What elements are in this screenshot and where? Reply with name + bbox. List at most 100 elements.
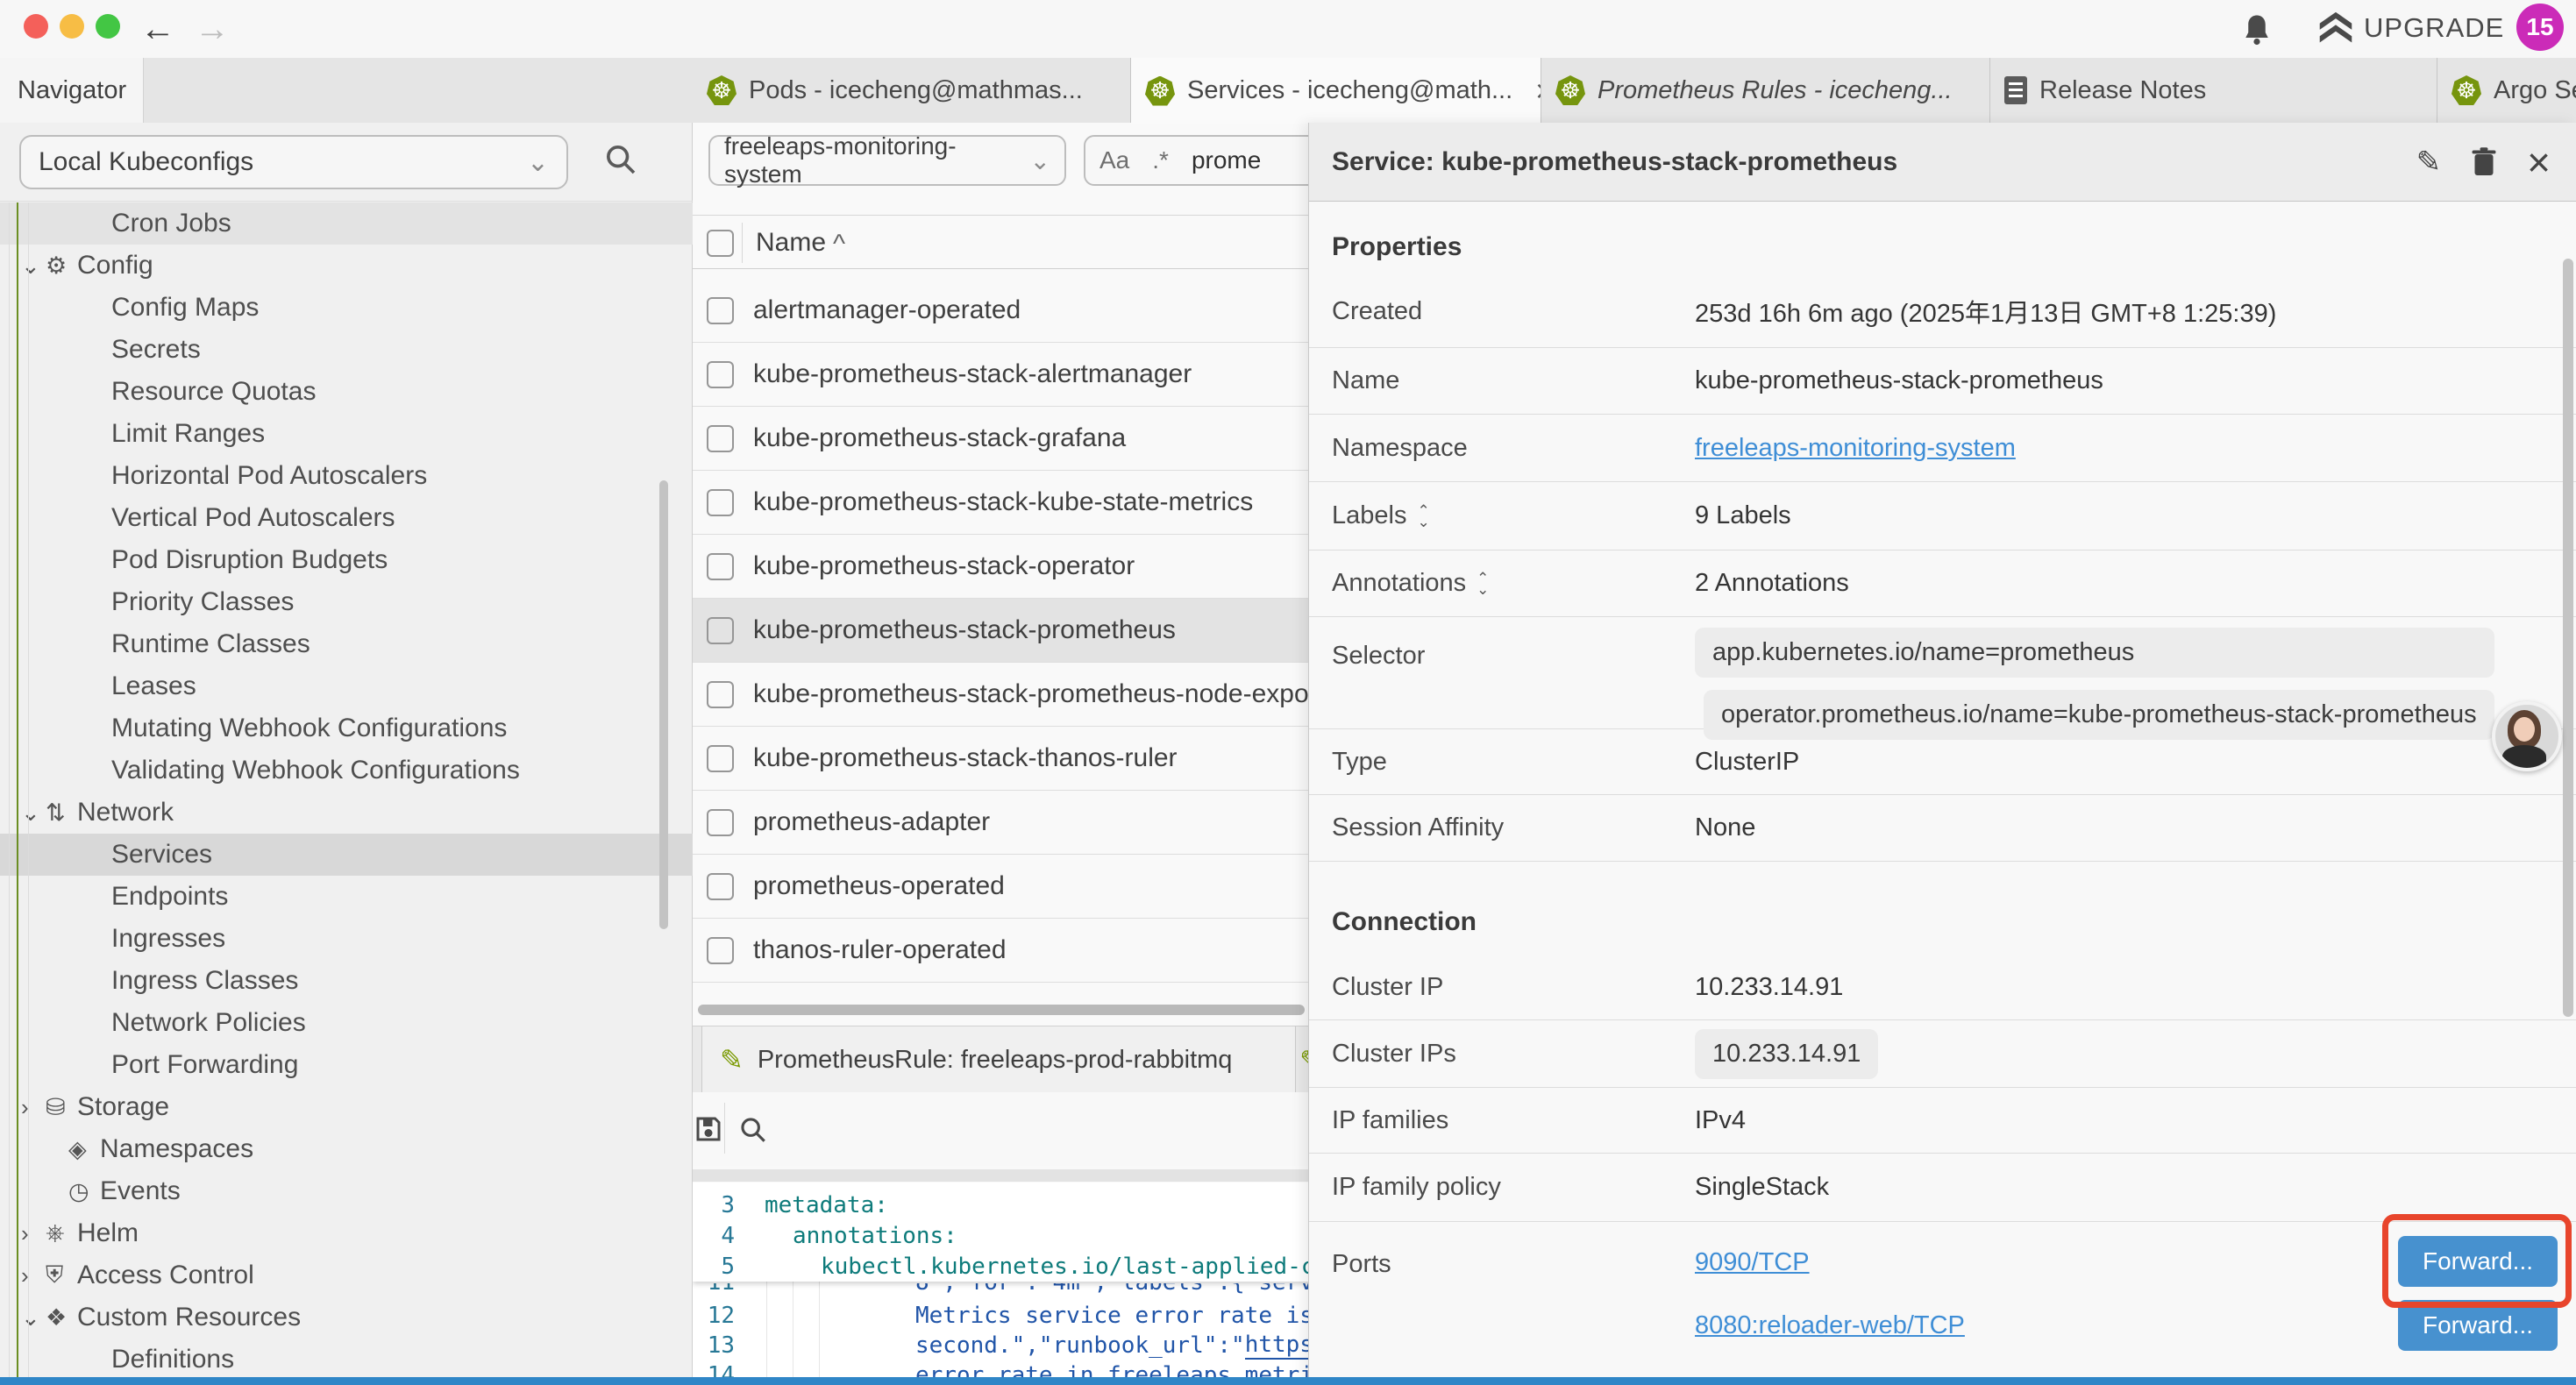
namespace-filter-dropdown[interactable]: freeleaps-monitoring-system ⌄ (708, 135, 1066, 186)
detail-scrollbar[interactable] (2563, 259, 2573, 1017)
port-link-8080[interactable]: 8080:reloader-web/TCP (1695, 1311, 1965, 1340)
close-panel-icon[interactable]: × (2527, 147, 2551, 177)
namespace-link[interactable]: freeleaps-monitoring-system (1695, 434, 2016, 463)
upgrade-chevrons-icon[interactable] (2316, 11, 2355, 47)
sidebar-item-label: Vertical Pod Autoscalers (111, 503, 395, 533)
sidebar-item[interactable]: Ingress Classes (0, 960, 693, 1002)
sidebar-item[interactable]: Port Forwarding (0, 1044, 693, 1086)
sidebar-item[interactable]: Validating Webhook Configurations (0, 749, 693, 792)
expand-collapse-icon[interactable]: ⌃⌄ (1477, 572, 1489, 595)
selector-chip[interactable]: app.kubernetes.io/name=prometheus (1695, 628, 2494, 678)
row-checkbox[interactable] (707, 553, 734, 580)
row-checkbox[interactable] (707, 361, 734, 388)
detail-body: Properties Created 253d 16h 6m ago (2025… (1309, 202, 2576, 1378)
tree-chevron-icon[interactable]: ⌄ (21, 252, 46, 280)
expand-collapse-icon[interactable]: ⌃⌄ (1417, 505, 1429, 528)
notifications-bell-icon[interactable] (2241, 12, 2273, 47)
selector-chip[interactable]: operator.prometheus.io/name=kube-prometh… (1704, 690, 2494, 740)
sidebar-item[interactable]: Resource Quotas (0, 371, 693, 413)
chevron-down-icon: ⌄ (1030, 146, 1050, 175)
tree-chevron-icon[interactable]: › (21, 1094, 46, 1121)
maximize-window-button[interactable] (96, 14, 120, 39)
sidebar-item[interactable]: Config Maps (0, 287, 693, 329)
sidebar-item[interactable]: Limit Ranges (0, 413, 693, 455)
editor-tab-prometheusrule[interactable]: ✎ PrometheusRule: freeleaps-prod-rabbitm… (701, 1026, 1296, 1093)
tree-chevron-icon[interactable]: ⌄ (21, 1304, 46, 1332)
sidebar-item[interactable]: Leases (0, 665, 693, 707)
line-number: 4 (693, 1223, 763, 1249)
service-name: kube-prometheus-stack-alertmanager (753, 359, 1192, 389)
tab-release-notes[interactable]: Release Notes (1990, 58, 2437, 123)
row-checkbox[interactable] (707, 617, 734, 644)
sidebar-item[interactable]: ⌄ ⚙ Config (0, 245, 693, 287)
forward-arrow-icon[interactable]: → (195, 5, 230, 53)
editor-search-icon[interactable] (738, 1115, 768, 1145)
sidebar-item[interactable]: Secrets (0, 329, 693, 371)
name-column-header[interactable]: Name (756, 228, 826, 258)
tab-argo[interactable]: ☸ Argo Se (2437, 58, 2576, 123)
kubeconfig-selector[interactable]: Local Kubeconfigs ⌄ (19, 135, 568, 189)
sidebar-item[interactable]: ◈ Namespaces (0, 1128, 693, 1170)
row-checkbox[interactable] (707, 297, 734, 324)
sidebar-item[interactable]: Pod Disruption Budgets (0, 539, 693, 581)
upgrade-button[interactable]: UPGRADE (2364, 12, 2504, 44)
sidebar-item[interactable]: Horizontal Pod Autoscalers (0, 455, 693, 497)
cluster-ip-chip[interactable]: 10.233.14.91 (1695, 1029, 1878, 1079)
service-name: kube-prometheus-stack-thanos-ruler (753, 743, 1178, 773)
close-window-button[interactable] (24, 14, 48, 39)
tab-prometheus-rules[interactable]: ☸ Prometheus Rules - icecheng... (1541, 58, 1990, 123)
sidebar-item[interactable]: Ingresses (0, 918, 693, 960)
sidebar-item[interactable]: Definitions (0, 1339, 693, 1381)
regex-toggle[interactable]: .* (1152, 146, 1169, 174)
user-avatar[interactable] (2492, 701, 2562, 771)
match-case-toggle[interactable]: Aa (1099, 146, 1129, 174)
sidebar-item[interactable]: Priority Classes (0, 581, 693, 623)
row-checkbox[interactable] (707, 937, 734, 964)
row-checkbox[interactable] (707, 681, 734, 708)
search-icon[interactable] (603, 142, 638, 177)
row-checkbox[interactable] (707, 745, 734, 772)
sidebar-item[interactable]: ◷ Events (0, 1170, 693, 1212)
sidebar-item[interactable]: ⌄ ⇅ Network (0, 792, 693, 834)
sidebar-item[interactable]: Services (0, 834, 693, 876)
row-checkbox[interactable] (707, 873, 734, 900)
tab-services[interactable]: ☸ Services - icecheng@math... × (1131, 58, 1541, 124)
minimize-window-button[interactable] (60, 14, 84, 39)
sidebar-item[interactable]: › ⎈ Helm (0, 1212, 693, 1254)
sidebar-item-label: Limit Ranges (111, 419, 265, 449)
horizontal-scrollbar[interactable] (698, 1005, 1305, 1015)
sidebar-item-label: Resource Quotas (111, 377, 316, 407)
sidebar-panel-tab-navigator[interactable]: Navigator (0, 58, 144, 123)
sidebar-item[interactable]: Cron Jobs (0, 202, 693, 245)
tab-pods[interactable]: ☸ Pods - icecheng@mathmas... (693, 58, 1131, 123)
sidebar-item[interactable]: › ⛁ Storage (0, 1086, 693, 1128)
back-arrow-icon[interactable]: ← (140, 5, 175, 53)
row-checkbox[interactable] (707, 809, 734, 836)
sidebar-item[interactable]: Runtime Classes (0, 623, 693, 665)
row-label: Session Affinity (1332, 813, 1695, 842)
tree-chevron-icon[interactable]: ⌄ (21, 799, 46, 827)
delete-trash-icon[interactable] (2471, 146, 2497, 178)
sidebar-item-label: Secrets (111, 335, 201, 365)
row-checkbox[interactable] (707, 489, 734, 516)
tree-chevron-icon[interactable]: › (21, 1220, 46, 1247)
edit-pencil-icon[interactable]: ✎ (2416, 145, 2442, 180)
sidebar-item[interactable]: ⌄ ❖ Custom Resources (0, 1296, 693, 1339)
save-icon[interactable] (693, 1113, 724, 1145)
sidebar-item[interactable]: › ⛨ Access Control (0, 1254, 693, 1296)
tree-item-icon: ⛁ (46, 1094, 77, 1121)
close-tab-icon[interactable]: × (1535, 73, 1541, 110)
sort-ascending-icon[interactable]: ^ (833, 230, 845, 259)
sidebar-item[interactable]: Endpoints (0, 876, 693, 918)
notification-count-badge[interactable]: 15 (2516, 4, 2564, 51)
select-all-checkbox[interactable] (707, 230, 734, 257)
row-checkbox[interactable] (707, 425, 734, 452)
port-link-9090[interactable]: 9090/TCP (1695, 1248, 1810, 1277)
sidebar-item[interactable]: Vertical Pod Autoscalers (0, 497, 693, 539)
sidebar-item[interactable]: Mutating Webhook Configurations (0, 707, 693, 749)
tree-chevron-icon[interactable]: › (21, 1262, 46, 1289)
row-label: Annotations (1332, 569, 1466, 598)
sidebar-item[interactable]: Network Policies (0, 1002, 693, 1044)
sidebar-scrollbar[interactable] (659, 480, 668, 929)
line-number: 5 (693, 1254, 763, 1280)
